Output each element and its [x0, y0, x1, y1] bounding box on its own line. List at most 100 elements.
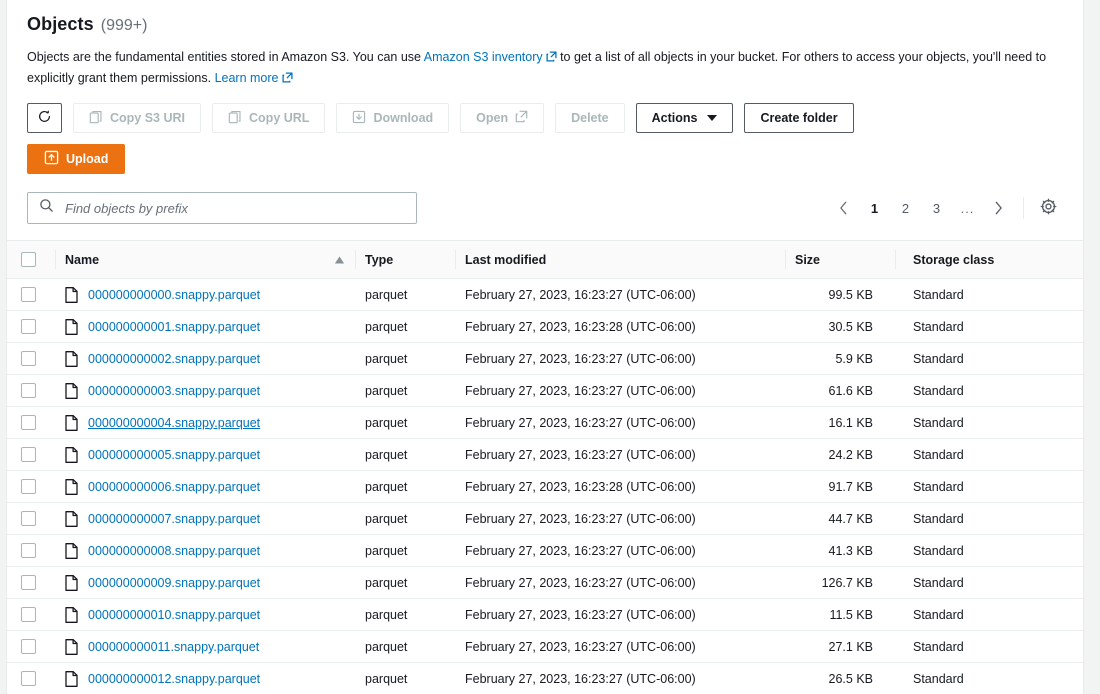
table-row[interactable]: 000000000010.snappy.parquet parquet Februa…: [7, 598, 1083, 631]
table-row[interactable]: 000000000001.snappy.parquet parquet Februa…: [7, 310, 1083, 343]
object-name-link[interactable]: 000000000008.snappy.parquet: [88, 544, 260, 558]
download-button[interactable]: Download: [336, 103, 450, 133]
object-storage-class-cell: Standard: [895, 630, 1083, 663]
column-header-size[interactable]: Size: [785, 240, 895, 279]
object-storage-class-cell: Standard: [895, 278, 1083, 311]
row-checkbox[interactable]: [21, 383, 36, 399]
object-last-modified-cell: February 27, 2023, 16:23:27 (UTC-06:00): [455, 502, 785, 535]
row-checkbox[interactable]: [21, 447, 36, 463]
open-button[interactable]: Open: [460, 103, 545, 133]
file-icon: [65, 574, 78, 591]
column-header-storage-class[interactable]: Storage class: [895, 240, 1083, 279]
row-select-cell: [7, 310, 55, 343]
filter-row: 1 2 3 ...: [7, 174, 1083, 224]
object-name-link[interactable]: 000000000006.snappy.parquet: [88, 480, 260, 494]
table-row[interactable]: 000000000012.snappy.parquet parquet Februa…: [7, 662, 1083, 694]
object-size-cell: 126.7 KB: [785, 566, 895, 599]
select-all-checkbox[interactable]: [21, 252, 36, 268]
row-checkbox[interactable]: [21, 351, 36, 367]
row-checkbox[interactable]: [21, 543, 36, 559]
object-name-link[interactable]: 000000000005.snappy.parquet: [88, 448, 260, 462]
pagination-next-button[interactable]: [983, 193, 1014, 224]
object-name-link[interactable]: 000000000001.snappy.parquet: [88, 320, 260, 334]
column-header-name[interactable]: Name: [55, 240, 355, 279]
table-row[interactable]: 000000000008.snappy.parquet parquet Februa…: [7, 534, 1083, 567]
object-type-cell: parquet: [355, 502, 455, 535]
table-row[interactable]: 000000000005.snappy.parquet parquet Februa…: [7, 438, 1083, 471]
external-link-icon: [515, 110, 528, 126]
object-name-link[interactable]: 000000000004.snappy.parquet: [88, 416, 260, 430]
object-type-cell: parquet: [355, 566, 455, 599]
object-name-link[interactable]: 000000000012.snappy.parquet: [88, 672, 260, 686]
create-folder-button[interactable]: Create folder: [744, 103, 854, 133]
table-row[interactable]: 000000000006.snappy.parquet parquet Februa…: [7, 470, 1083, 503]
row-checkbox[interactable]: [21, 319, 36, 335]
content-panel: Objects (999+) Objects are the fundament…: [6, 0, 1084, 694]
object-last-modified-cell: February 27, 2023, 16:23:27 (UTC-06:00): [455, 278, 785, 311]
row-checkbox[interactable]: [21, 639, 36, 655]
learn-more-link[interactable]: Learn more: [215, 71, 279, 85]
object-storage-class-cell: Standard: [895, 662, 1083, 694]
row-checkbox[interactable]: [21, 415, 36, 431]
object-size-cell: 41.3 KB: [785, 534, 895, 567]
object-name-link[interactable]: 000000000000.snappy.parquet: [88, 288, 260, 302]
object-name-link[interactable]: 000000000003.snappy.parquet: [88, 384, 260, 398]
row-select-cell: [7, 278, 55, 311]
pagination-page-1[interactable]: 1: [859, 193, 890, 224]
row-checkbox[interactable]: [21, 671, 36, 687]
column-header-last-modified-label: Last modified: [465, 252, 547, 267]
object-last-modified-cell: February 27, 2023, 16:23:27 (UTC-06:00): [455, 598, 785, 631]
table-row[interactable]: 000000000000.snappy.parquet parquet Februa…: [7, 278, 1083, 311]
refresh-button[interactable]: [27, 103, 62, 133]
object-size-cell: 11.5 KB: [785, 598, 895, 631]
row-select-cell: [7, 470, 55, 503]
table-row[interactable]: 000000000009.snappy.parquet parquet Februa…: [7, 566, 1083, 599]
table-preferences-button[interactable]: [1033, 193, 1063, 223]
row-checkbox[interactable]: [21, 479, 36, 495]
object-type-cell: parquet: [355, 406, 455, 439]
pagination-page-3[interactable]: 3: [921, 193, 952, 224]
object-last-modified-cell: February 27, 2023, 16:23:27 (UTC-06:00): [455, 438, 785, 471]
upload-button[interactable]: Upload: [27, 144, 126, 174]
pagination-page-2[interactable]: 2: [890, 193, 921, 224]
row-checkbox[interactable]: [21, 607, 36, 623]
row-select-cell: [7, 438, 55, 471]
object-name-cell: 000000000002.snappy.parquet: [55, 342, 355, 375]
objects-table: Name Type Last modified Size Storage cla…: [7, 240, 1083, 694]
object-last-modified-cell: February 27, 2023, 16:23:28 (UTC-06:00): [455, 310, 785, 343]
table-row[interactable]: 000000000003.snappy.parquet parquet Februa…: [7, 374, 1083, 407]
object-name-link[interactable]: 000000000011.snappy.parquet: [88, 640, 259, 654]
file-icon: [65, 478, 78, 495]
copy-s3-uri-button[interactable]: Copy S3 URI: [73, 103, 202, 133]
column-header-type[interactable]: Type: [355, 240, 455, 279]
object-size-cell: 27.1 KB: [785, 630, 895, 663]
object-name-cell: 000000000010.snappy.parquet: [55, 598, 355, 631]
table-row[interactable]: 000000000007.snappy.parquet parquet Februa…: [7, 502, 1083, 535]
object-name-link[interactable]: 000000000010.snappy.parquet: [88, 608, 260, 622]
actions-dropdown-button[interactable]: Actions: [635, 103, 734, 133]
file-icon: [65, 350, 78, 367]
object-size-cell: 91.7 KB: [785, 470, 895, 503]
object-name-link[interactable]: 000000000002.snappy.parquet: [88, 352, 260, 366]
column-header-last-modified[interactable]: Last modified: [455, 240, 785, 279]
page-right-gutter: [1085, 0, 1100, 694]
object-size-cell: 24.2 KB: [785, 438, 895, 471]
table-row[interactable]: 000000000004.snappy.parquet parquet Februa…: [7, 406, 1083, 439]
table-row[interactable]: 000000000011.snappy.parquet parquet Februa…: [7, 630, 1083, 663]
row-checkbox[interactable]: [21, 287, 36, 303]
amazon-s3-inventory-link[interactable]: Amazon S3 inventory: [424, 50, 543, 64]
download-icon: [352, 110, 366, 127]
copy-url-button[interactable]: Copy URL: [212, 103, 326, 133]
pagination-prev-button[interactable]: [828, 193, 859, 224]
table-row[interactable]: 000000000002.snappy.parquet parquet Februa…: [7, 342, 1083, 375]
row-checkbox[interactable]: [21, 575, 36, 591]
search-input[interactable]: [63, 199, 405, 217]
delete-button[interactable]: Delete: [555, 103, 625, 133]
search-box[interactable]: [27, 192, 417, 224]
object-type-cell: parquet: [355, 598, 455, 631]
object-size-cell: 44.7 KB: [785, 502, 895, 535]
object-name-link[interactable]: 000000000009.snappy.parquet: [88, 576, 260, 590]
file-icon: [65, 318, 78, 335]
object-name-link[interactable]: 000000000007.snappy.parquet: [88, 512, 260, 526]
row-checkbox[interactable]: [21, 511, 36, 527]
